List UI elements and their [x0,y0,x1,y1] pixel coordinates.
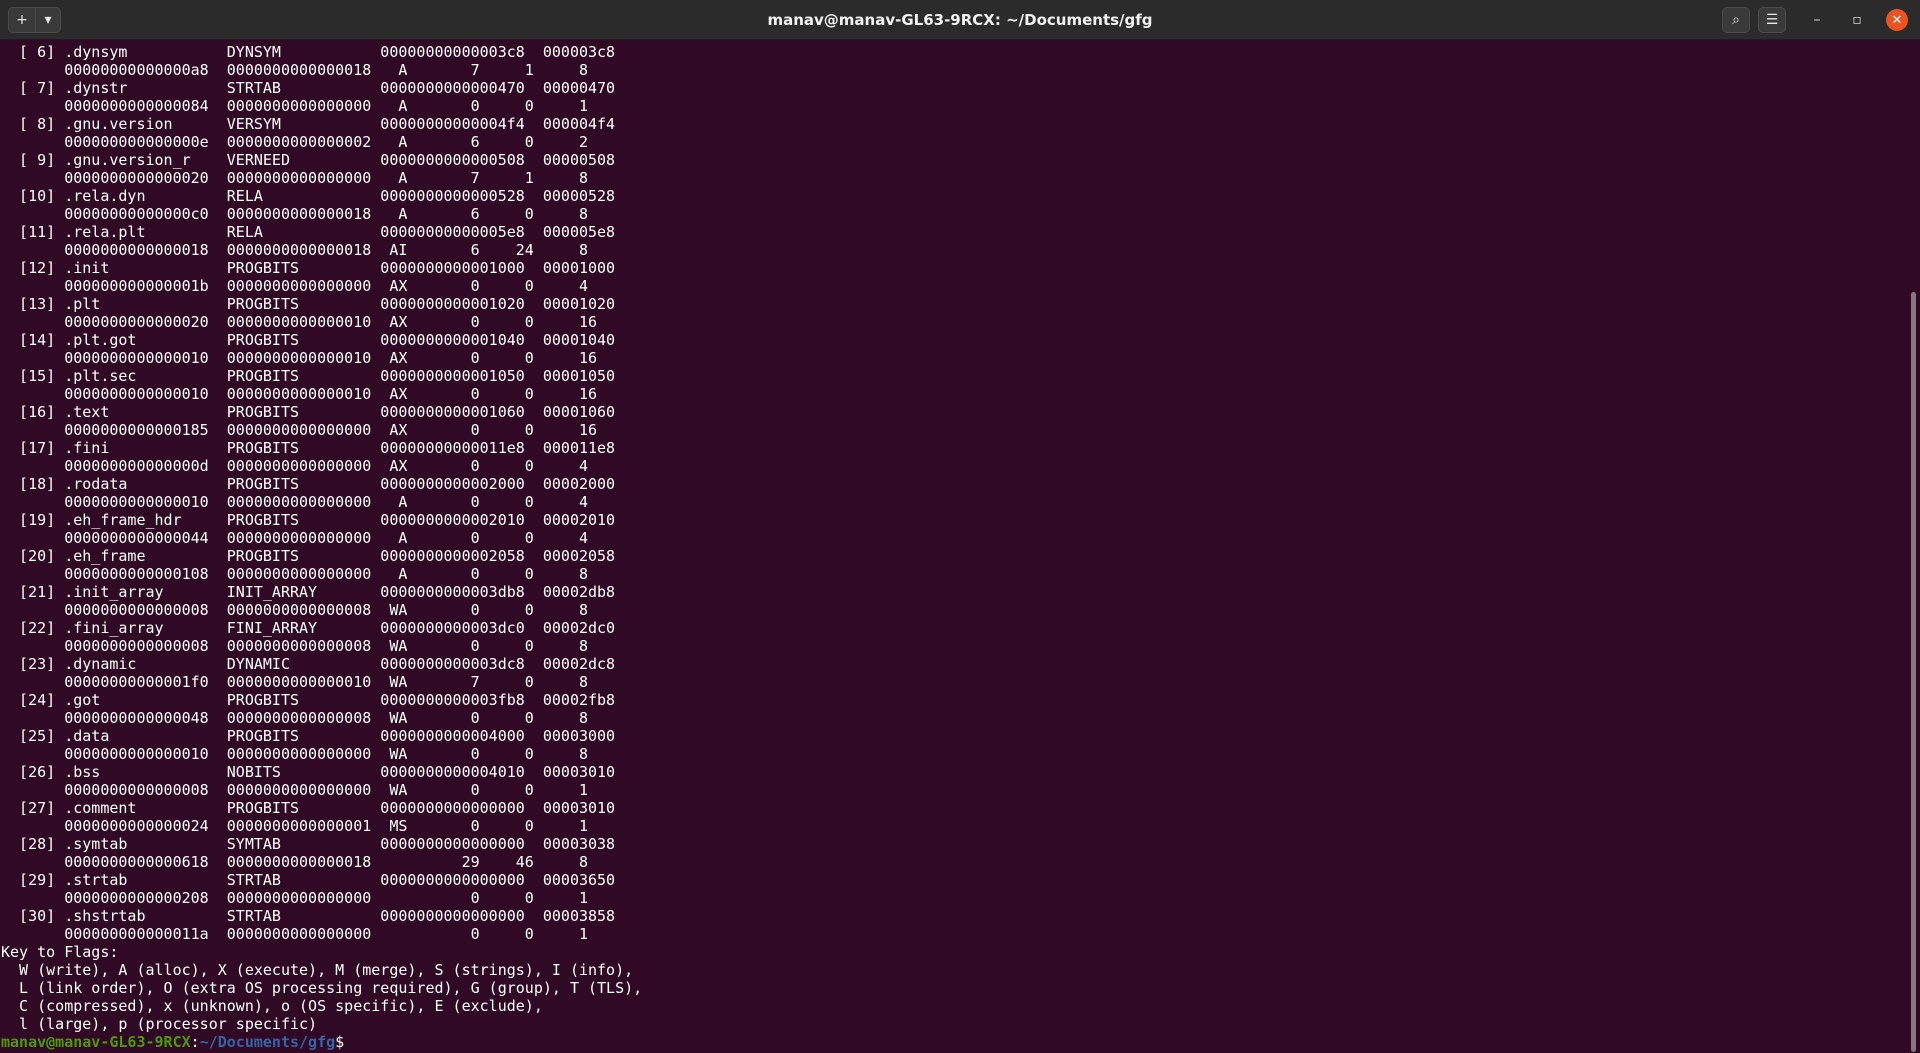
terminal-line: [13] .plt PROGBITS 0000000000001020 0000… [1,295,616,313]
terminal-line: 0000000000000008 0000000000000008 WA 0 0… [1,637,588,655]
terminal-line: 0000000000000108 0000000000000000 A 0 0 … [1,565,588,583]
minimize-button[interactable]: – [1806,9,1828,31]
terminal-line: [22] .fini_array FINI_ARRAY 000000000000… [1,619,616,637]
terminal-line: 0000000000000008 0000000000000008 WA 0 0… [1,601,588,619]
terminal-line: [25] .data PROGBITS 0000000000004000 000… [1,727,616,745]
terminal-line: [30] .shstrtab STRTAB 0000000000000000 0… [1,907,616,925]
terminal-line: [ 6] .dynsym DYNSYM 00000000000003c8 000… [1,43,616,61]
minimize-icon: – [1813,12,1821,28]
scrollbar-thumb[interactable] [1911,292,1916,1052]
terminal-line: 0000000000000044 0000000000000000 A 0 0 … [1,529,588,547]
window-title: manav@manav-GL63-9RCX: ~/Documents/gfg [767,11,1153,29]
terminal-line: [26] .bss NOBITS 0000000000004010 000030… [1,763,616,781]
terminal-line: [24] .got PROGBITS 0000000000003fb8 0000… [1,691,616,709]
title-bar: + ▾ manav@manav-GL63-9RCX: ~/Documents/g… [0,0,1920,40]
terminal-line: 00000000000000c0 0000000000000018 A 6 0 … [1,205,588,223]
maximize-icon: ▫ [1852,12,1862,28]
terminal-line: 0000000000000010 0000000000000010 AX 0 0… [1,349,598,367]
terminal-line: W (write), A (alloc), X (execute), M (me… [1,961,634,979]
terminal-line: [ 8] .gnu.version VERSYM 00000000000004f… [1,115,616,133]
terminal-line: C (compressed), x (unknown), o (OS speci… [1,997,543,1015]
hamburger-icon: ☰ [1765,12,1779,28]
new-tab-icon: + [16,12,28,28]
shell-prompt[interactable]: manav@manav-GL63-9RCX:~/Documents/gfg$ [1,1033,642,1051]
terminal-line: [23] .dynamic DYNAMIC 0000000000003dc8 0… [1,655,616,673]
terminal-line: 0000000000000020 0000000000000010 AX 0 0… [1,313,598,331]
terminal-line: 0000000000000010 0000000000000000 WA 0 0… [1,745,588,763]
terminal-line: 0000000000000185 0000000000000000 AX 0 0… [1,421,598,439]
terminal-line: 000000000000000e 0000000000000002 A 6 0 … [1,133,588,151]
terminal-lines: [ 6] .dynsym DYNSYM 00000000000003c8 000… [1,43,642,1051]
terminal-line: [15] .plt.sec PROGBITS 0000000000001050 … [1,367,616,385]
terminal-line: [29] .strtab STRTAB 0000000000000000 000… [1,871,616,889]
terminal-line: [ 9] .gnu.version_r VERNEED 000000000000… [1,151,616,169]
terminal-line: 000000000000011a 0000000000000000 0 0 1 [1,925,588,943]
terminal-line: 0000000000000010 0000000000000010 AX 0 0… [1,385,598,403]
prompt-colon: : [190,1033,200,1051]
maximize-button[interactable]: ▫ [1846,9,1868,31]
close-icon: ✕ [1891,12,1903,28]
prompt-symbol: $ [335,1033,345,1051]
terminal-line: 0000000000000008 0000000000000000 WA 0 0… [1,781,588,799]
menu-button[interactable]: ☰ [1758,7,1786,33]
terminal-line: 0000000000000020 0000000000000000 A 7 1 … [1,169,588,187]
terminal-line: [18] .rodata PROGBITS 0000000000002000 0… [1,475,616,493]
terminal-line: L (link order), O (extra OS processing r… [1,979,643,997]
terminal-line: [12] .init PROGBITS 0000000000001000 000… [1,259,616,277]
terminal-line: [19] .eh_frame_hdr PROGBITS 000000000000… [1,511,616,529]
terminal-line: 0000000000000208 0000000000000000 0 0 1 [1,889,588,907]
prompt-path: ~/Documents/gfg [199,1033,336,1051]
terminal-line: [28] .symtab SYMTAB 0000000000000000 000… [1,835,616,853]
terminal-line: 000000000000000d 0000000000000000 AX 0 0… [1,457,588,475]
terminal-line: 0000000000000618 0000000000000018 29 46 … [1,853,588,871]
terminal-line: 00000000000000a8 0000000000000018 A 7 1 … [1,61,588,79]
terminal-line: [14] .plt.got PROGBITS 0000000000001040 … [1,331,616,349]
terminal-line: [17] .fini PROGBITS 00000000000011e8 000… [1,439,616,457]
terminal-line: 0000000000000010 0000000000000000 A 0 0 … [1,493,588,511]
tab-menu-button[interactable]: ▾ [35,7,61,33]
terminal-scrollbar[interactable] [1906,40,1920,1053]
close-button[interactable]: ✕ [1886,9,1908,31]
terminal-line: 0000000000000018 0000000000000018 AI 6 2… [1,241,588,259]
terminal-line: 000000000000001b 0000000000000000 AX 0 0… [1,277,588,295]
search-button[interactable]: ⌕ [1722,7,1750,33]
search-icon: ⌕ [1732,12,1740,28]
terminal-line: [16] .text PROGBITS 0000000000001060 000… [1,403,616,421]
terminal-line: [20] .eh_frame PROGBITS 0000000000002058… [1,547,616,565]
terminal-line: 0000000000000048 0000000000000008 WA 0 0… [1,709,588,727]
terminal-line: Key to Flags: [1,943,119,961]
chevron-down-icon: ▾ [44,12,52,28]
terminal-line: 0000000000000024 0000000000000001 MS 0 0… [1,817,588,835]
terminal-line: [10] .rela.dyn RELA 0000000000000528 000… [1,187,616,205]
terminal-output[interactable]: [ 6] .dynsym DYNSYM 00000000000003c8 000… [0,40,1906,1053]
terminal-line: l (large), p (processor specific) [1,1015,318,1033]
terminal-line: 0000000000000084 0000000000000000 A 0 0 … [1,97,588,115]
new-tab-button[interactable]: + [8,7,36,33]
terminal-line: [27] .comment PROGBITS 0000000000000000 … [1,799,616,817]
terminal-line: [21] .init_array INIT_ARRAY 000000000000… [1,583,616,601]
terminal-line: [ 7] .dynstr STRTAB 0000000000000470 000… [1,79,616,97]
prompt-user-host: manav@manav-GL63-9RCX [1,1033,191,1051]
terminal-line: [11] .rela.plt RELA 00000000000005e8 000… [1,223,616,241]
terminal-line: 00000000000001f0 0000000000000010 WA 7 0… [1,673,588,691]
